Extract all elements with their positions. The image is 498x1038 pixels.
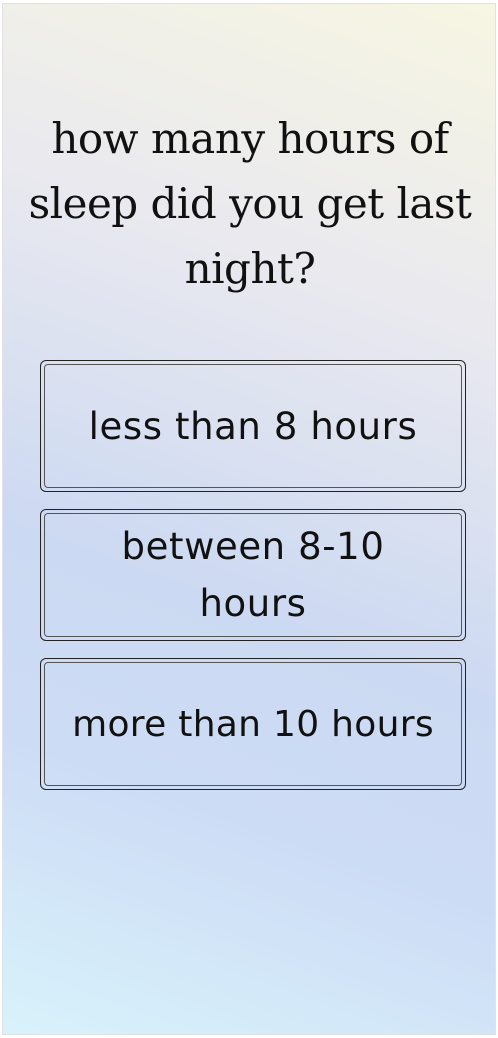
quiz-screen: how many hours of sleep did you get last… [2,3,496,1035]
option-label: more than 10 hours [44,662,462,786]
option-more-than-10-hours-button[interactable]: more than 10 hours [40,658,466,790]
option-between-8-10-hours-button[interactable]: between 8-10 hours [40,509,466,641]
question-title: how many hours of sleep did you get last… [28,114,472,293]
option-less-than-8-hours-button[interactable]: less than 8 hours [40,360,466,492]
option-label: between 8-10 hours [44,513,462,637]
option-label: less than 8 hours [44,364,462,488]
